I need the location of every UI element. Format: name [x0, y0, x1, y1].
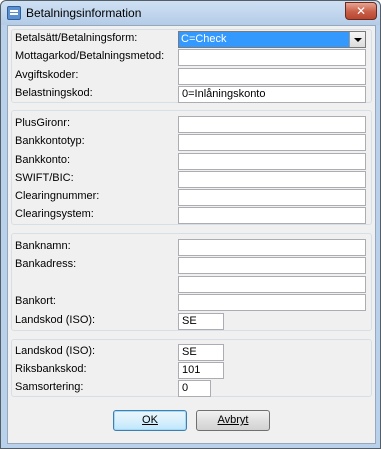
- account-group: PlusGironr: Bankkontotyp: Bankkonto: SWI…: [11, 110, 372, 225]
- charge-code-field[interactable]: 0=Inlåningskonto: [178, 86, 366, 103]
- bank-name-label: Banknamn:: [15, 240, 71, 252]
- plusgiro-label: PlusGironr:: [15, 117, 71, 129]
- cancel-button[interactable]: Avbryt: [196, 410, 270, 431]
- fee-codes-label: Avgiftskoder:: [15, 69, 79, 81]
- riksbank-code-field[interactable]: 101: [178, 362, 224, 379]
- bank-country-label: Landskod (ISO):: [15, 314, 96, 326]
- title-bar[interactable]: Betalningsinformation ✕: [1, 1, 380, 25]
- bank-account-field[interactable]: [178, 153, 366, 170]
- swift-bic-field[interactable]: [178, 171, 366, 188]
- ok-button-label: OK: [142, 414, 158, 426]
- bank-address-line2-field[interactable]: [178, 276, 366, 293]
- clearing-number-label: Clearingnummer:: [15, 190, 100, 202]
- bank-account-label: Bankkonto:: [15, 154, 71, 166]
- ok-button[interactable]: OK: [113, 410, 187, 431]
- bank-country-field[interactable]: SE: [178, 313, 224, 330]
- reporting-group: Landskod (ISO): SE Riksbankskod: 101 Sam…: [11, 339, 372, 397]
- dialog-body: Betalsätt/Betalningsform: C=Check Mottag…: [7, 25, 376, 444]
- bank-name-field[interactable]: [178, 239, 366, 256]
- fee-codes-field[interactable]: [178, 68, 366, 85]
- co-sorting-label: Samsortering:: [15, 381, 84, 393]
- payment-method-value: C=Check: [181, 33, 227, 45]
- dialog-window: Betalningsinformation ✕ Betalsätt/Betaln…: [0, 0, 381, 449]
- window-title: Betalningsinformation: [26, 6, 142, 20]
- clearing-number-field[interactable]: [178, 189, 366, 206]
- bank-group: Banknamn: Bankadress: Bankort: Landskod …: [11, 233, 372, 331]
- payment-group: Betalsätt/Betalningsform: C=Check Mottag…: [11, 29, 372, 103]
- chevron-down-icon[interactable]: [349, 32, 365, 47]
- clearing-system-label: Clearingsystem:: [15, 208, 94, 220]
- bank-account-type-label: Bankkontotyp:: [15, 135, 85, 147]
- close-button[interactable]: ✕: [345, 2, 377, 20]
- bank-address-label: Bankadress:: [15, 258, 77, 270]
- payment-method-label: Betalsätt/Betalningsform:: [15, 32, 138, 44]
- receiver-code-label: Mottagarkod/Betalningsmetod:: [15, 50, 165, 62]
- payment-method-select[interactable]: C=Check: [178, 31, 366, 48]
- cancel-button-label: Avbryt: [217, 414, 249, 426]
- plusgiro-field[interactable]: [178, 116, 366, 133]
- bank-city-label: Bankort:: [15, 295, 56, 307]
- reporting-country-field[interactable]: SE: [178, 344, 224, 361]
- receiver-code-field[interactable]: [178, 49, 366, 66]
- bank-city-field[interactable]: [178, 294, 366, 311]
- riksbank-code-label: Riksbankskod:: [15, 363, 87, 375]
- bank-address-line1-field[interactable]: [178, 257, 366, 274]
- reporting-country-label: Landskod (ISO):: [15, 345, 96, 357]
- bank-account-type-field[interactable]: [178, 134, 366, 151]
- charge-code-label: Belastningskod:: [15, 87, 93, 99]
- swift-bic-label: SWIFT/BIC:: [15, 172, 74, 184]
- clearing-system-field[interactable]: [178, 207, 366, 224]
- app-icon: [7, 6, 21, 20]
- co-sorting-field[interactable]: 0: [178, 380, 211, 397]
